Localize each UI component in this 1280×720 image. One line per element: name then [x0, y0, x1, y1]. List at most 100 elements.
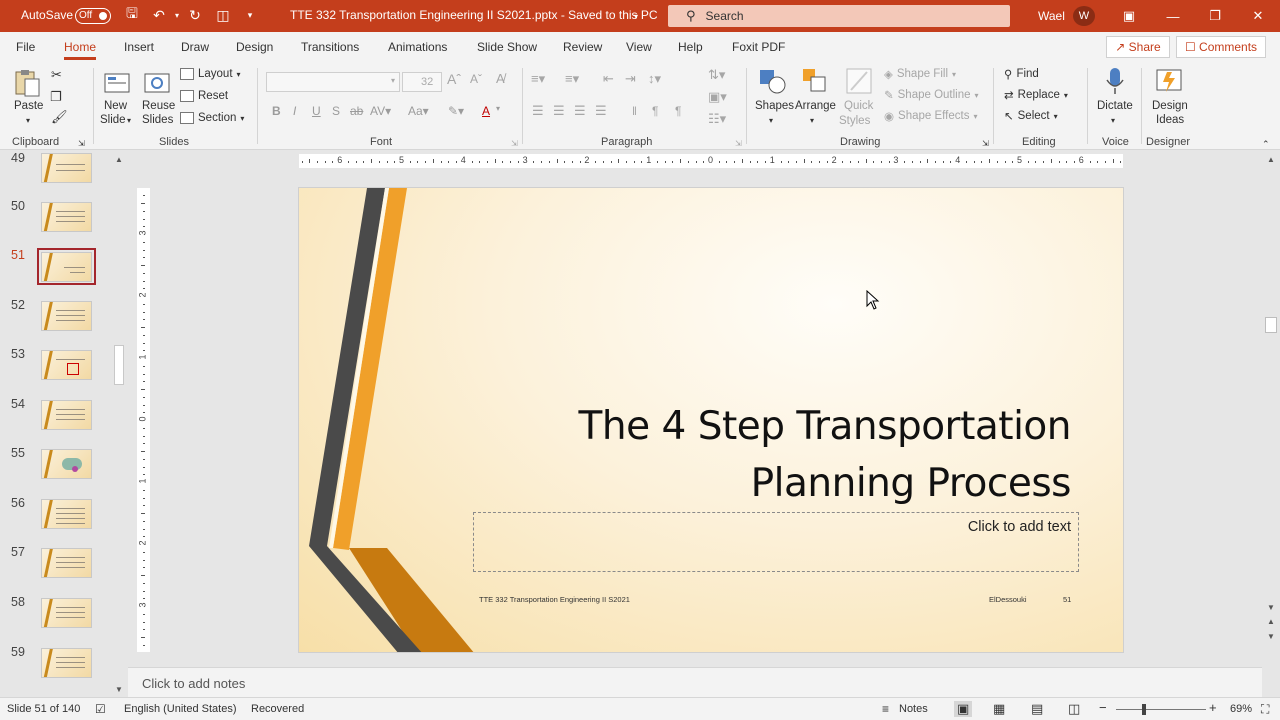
slide-sorter-icon[interactable]: ▦: [993, 701, 1005, 717]
font-color-icon[interactable]: A: [482, 104, 490, 118]
notes-pane[interactable]: Click to add notes: [128, 667, 1262, 697]
justify-icon[interactable]: ☰: [595, 104, 607, 118]
smartart-icon[interactable]: ☷▾: [708, 112, 726, 126]
clear-formatting-icon[interactable]: A̸: [496, 72, 505, 86]
zoom-slider-thumb[interactable]: [1142, 704, 1146, 715]
ltr-icon[interactable]: ¶: [675, 104, 681, 118]
slide-thumbnail[interactable]: [41, 350, 92, 380]
drawing-launcher-icon[interactable]: ⇲: [982, 137, 989, 151]
text-direction-icon[interactable]: ⇅▾: [708, 68, 725, 82]
shape-fill-button[interactable]: ◈ Shape Fill ▾: [884, 67, 956, 81]
slide-thumbnail[interactable]: [41, 400, 92, 430]
reuse-slides-icon[interactable]: [143, 68, 171, 98]
close-icon[interactable]: ✕: [1243, 4, 1273, 28]
change-case-icon[interactable]: Aa▾: [408, 104, 429, 118]
format-painter-icon[interactable]: 🖌: [51, 110, 68, 124]
slide-thumbnail[interactable]: [41, 301, 92, 331]
slide-thumbnail[interactable]: [41, 153, 92, 183]
design-ideas-label-1[interactable]: Design: [1152, 99, 1188, 113]
language-status[interactable]: English (United States): [124, 703, 237, 715]
decrease-indent-icon[interactable]: ⇤: [603, 72, 614, 86]
new-slide-label-2[interactable]: Slide: [100, 113, 126, 127]
cut-icon[interactable]: ✂: [51, 68, 62, 82]
increase-font-icon[interactable]: Aˆ: [447, 72, 461, 86]
find-button[interactable]: ⚲ Find: [1004, 67, 1039, 81]
minimize-icon[interactable]: —: [1158, 4, 1188, 28]
new-slide-label-1[interactable]: New: [104, 99, 127, 113]
font-color-dropdown-icon[interactable]: ▾: [496, 104, 500, 113]
start-from-beginning-icon[interactable]: ◫: [214, 6, 232, 24]
quick-styles-label-2[interactable]: Styles: [839, 114, 870, 128]
normal-view-icon[interactable]: ▣: [954, 701, 973, 717]
shapes-button[interactable]: Shapes: [755, 99, 794, 113]
quick-styles-label-1[interactable]: Quick: [844, 99, 873, 113]
reading-view-icon[interactable]: ▤: [1031, 701, 1043, 717]
ribbon-display-icon[interactable]: ▣: [1114, 4, 1144, 28]
section-button[interactable]: Section ▾: [180, 112, 244, 124]
slide-thumbnail[interactable]: [41, 202, 92, 232]
tab-home[interactable]: Home: [64, 40, 97, 60]
arrange-button[interactable]: Arrange: [795, 99, 836, 113]
select-button[interactable]: ↖ Select ▾: [1004, 109, 1058, 123]
design-ideas-label-2[interactable]: Ideas: [1156, 113, 1184, 127]
arrange-icon[interactable]: [800, 66, 828, 96]
redo-icon[interactable]: ↻: [186, 6, 204, 24]
shadow-icon[interactable]: S: [332, 104, 340, 118]
slide-footer-left[interactable]: TTE 332 Transportation Engineering II S2…: [479, 595, 630, 604]
microphone-icon[interactable]: [1101, 66, 1129, 96]
tab-design[interactable]: Design: [236, 40, 273, 54]
title-dropdown-icon[interactable]: ▾: [627, 7, 645, 25]
new-slide-dropdown-icon[interactable]: ▾: [127, 114, 131, 128]
zoom-slider[interactable]: [1116, 709, 1206, 710]
collapse-ribbon-icon[interactable]: ⌃: [1262, 137, 1270, 151]
new-slide-icon[interactable]: [103, 68, 131, 98]
slide-canvas[interactable]: The 4 Step Transportation Planning Proce…: [298, 187, 1124, 653]
save-icon[interactable]: 🖫: [123, 5, 141, 24]
strikethrough-icon[interactable]: ab: [350, 104, 363, 118]
clipboard-launcher-icon[interactable]: ⇲: [78, 137, 85, 151]
reset-button[interactable]: Reset: [180, 90, 228, 102]
shapes-dropdown-icon[interactable]: ▾: [769, 114, 773, 128]
slide-title[interactable]: The 4 Step Transportation Planning Proce…: [499, 398, 1072, 512]
comments-button[interactable]: ☐ Comments: [1176, 36, 1266, 58]
italic-icon[interactable]: I: [293, 104, 296, 118]
slide-thumbnail[interactable]: [41, 499, 92, 529]
dictate-button[interactable]: Dictate: [1097, 99, 1133, 113]
slide-scrollbar[interactable]: ▲ ▼ ▲ ▼: [1262, 151, 1280, 697]
scrollbar-thumb[interactable]: [114, 345, 124, 385]
copy-icon[interactable]: ❐: [50, 90, 62, 104]
quick-styles-icon[interactable]: [845, 66, 873, 96]
scroll-down-icon[interactable]: ▼: [115, 685, 123, 694]
slide-thumbnail[interactable]: [41, 548, 92, 578]
fit-to-window-icon[interactable]: ⛶: [1261, 702, 1269, 717]
align-left-icon[interactable]: ☰: [532, 104, 544, 118]
tab-transitions[interactable]: Transitions: [301, 40, 359, 54]
zoom-out-icon[interactable]: −: [1099, 700, 1107, 715]
layout-button[interactable]: Layout ▾: [180, 68, 241, 80]
tab-view[interactable]: View: [626, 40, 652, 54]
align-right-icon[interactable]: ☰: [574, 104, 586, 118]
tab-insert[interactable]: Insert: [124, 40, 154, 54]
reuse-slides-label-1[interactable]: Reuse: [142, 99, 175, 113]
line-spacing-icon[interactable]: ↕▾: [648, 72, 661, 86]
tab-foxit-pdf[interactable]: Foxit PDF: [732, 40, 785, 54]
user-name[interactable]: Wael: [1038, 9, 1065, 23]
arrange-dropdown-icon[interactable]: ▾: [810, 114, 814, 128]
paste-button[interactable]: Paste: [14, 99, 43, 113]
design-ideas-icon[interactable]: [1155, 66, 1183, 96]
paragraph-launcher-icon[interactable]: ⇲: [735, 137, 742, 151]
search-box[interactable]: ⚲ Search: [668, 5, 1010, 27]
notes-button[interactable]: Notes: [899, 703, 928, 715]
shape-outline-button[interactable]: ✎ Shape Outline ▾: [884, 88, 979, 102]
share-button[interactable]: ↗ Share: [1106, 36, 1170, 58]
slide-number-footer[interactable]: 51: [1063, 595, 1071, 604]
paste-icon[interactable]: [13, 68, 41, 98]
paste-dropdown-icon[interactable]: ▾: [26, 114, 30, 128]
font-name-box[interactable]: ▾: [266, 72, 400, 92]
underline-icon[interactable]: U: [312, 104, 321, 118]
character-spacing-icon[interactable]: AV▾: [370, 104, 391, 118]
tab-draw[interactable]: Draw: [181, 40, 209, 54]
tab-slide-show[interactable]: Slide Show: [477, 40, 537, 54]
tab-review[interactable]: Review: [563, 40, 602, 54]
dictate-dropdown-icon[interactable]: ▾: [1111, 114, 1115, 128]
